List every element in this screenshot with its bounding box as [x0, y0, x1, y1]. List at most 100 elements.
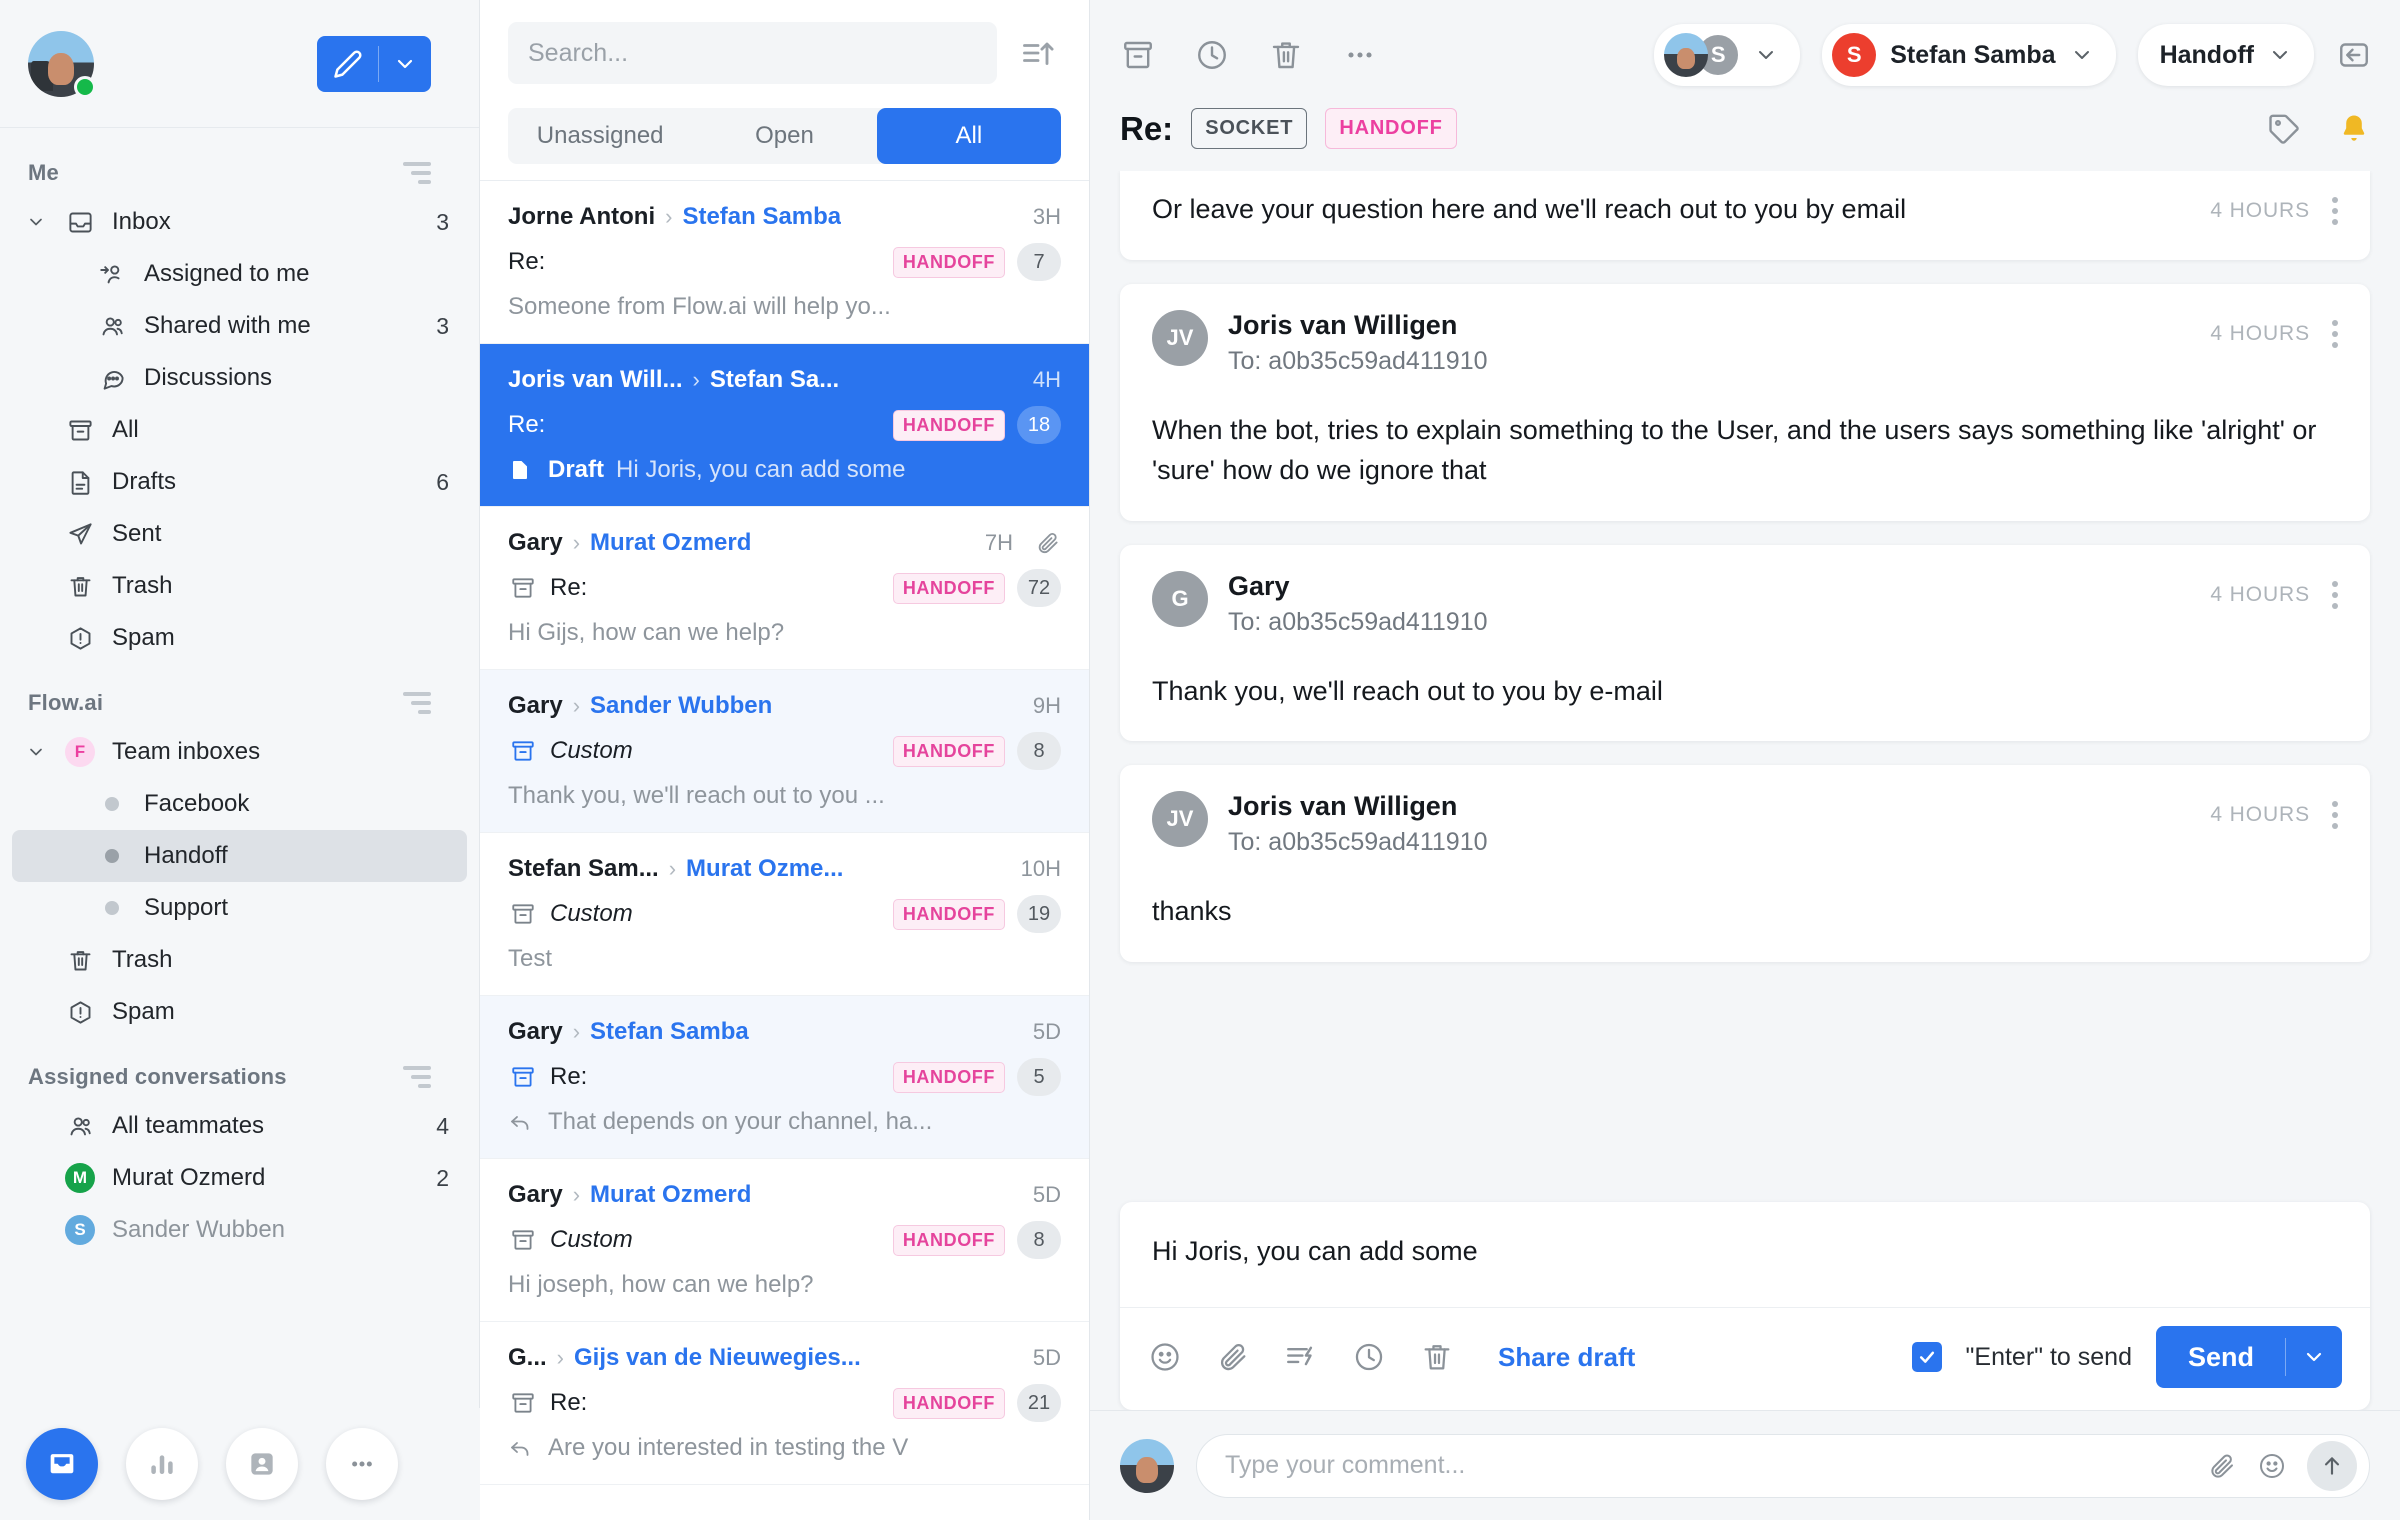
send-options-button[interactable] — [2286, 1326, 2342, 1388]
message-count: 8 — [1017, 732, 1061, 770]
list-item-subject-row: Re: HANDOFF 18 — [508, 406, 1061, 444]
share-draft-button[interactable]: Share draft — [1498, 1342, 1635, 1373]
send-button[interactable]: Send — [2155, 1326, 2287, 1388]
list-item[interactable]: Stefan Sam... › Murat Ozme... 10H Custom… — [480, 833, 1089, 996]
archive-button[interactable] — [1120, 37, 1156, 73]
sidebar-item-team-spam[interactable]: Spam — [12, 986, 467, 1038]
reply-icon — [508, 1436, 536, 1460]
message-menu-button[interactable] — [2332, 580, 2338, 609]
conversation-list[interactable]: Jorne Antoni › Stefan Samba 3H Re: HANDO… — [480, 181, 1089, 1520]
message-author: Joris van Willigen — [1228, 791, 1458, 821]
sidebar-item-support[interactable]: Support — [12, 882, 467, 934]
draft-text[interactable]: Hi Joris, you can add some — [1120, 1202, 2370, 1307]
document-icon — [508, 458, 536, 482]
comment-emoji-button[interactable] — [2257, 1451, 2287, 1481]
list-item[interactable]: Jorne Antoni › Stefan Samba 3H Re: HANDO… — [480, 181, 1089, 344]
enter-to-send-checkbox[interactable] — [1911, 1342, 1942, 1372]
sidebar-item-drafts[interactable]: Drafts 6 — [12, 456, 467, 508]
assignee-dropdown[interactable]: S Stefan Samba — [1822, 24, 2116, 86]
compose-dropdown-button[interactable] — [379, 35, 431, 92]
message-thread[interactable]: 4 HOURS Or leave your question here and … — [1090, 171, 2400, 1194]
list-item-subject: Re: — [550, 1063, 588, 1090]
avatar — [1664, 33, 1709, 77]
filter-sort-icon[interactable] — [403, 1066, 431, 1088]
list-item[interactable]: Gary › Murat Ozmerd 7H Re: HANDOFF 72 Hi… — [480, 507, 1089, 670]
sidebar-item-facebook[interactable]: Facebook — [12, 778, 467, 830]
filter-sort-icon[interactable] — [403, 162, 431, 184]
more-options-button[interactable] — [1342, 37, 1378, 73]
user-avatar[interactable] — [28, 30, 96, 98]
chevron-down-icon[interactable] — [24, 742, 48, 762]
sidebar-item-handoff[interactable]: Handoff — [12, 830, 467, 882]
list-item[interactable]: Gary › Murat Ozmerd 5D Custom HANDOFF 8 … — [480, 1159, 1089, 1322]
search-input[interactable] — [508, 22, 997, 84]
paper-plane-icon — [64, 518, 96, 550]
sidebar-item-team-inboxes[interactable]: F Team inboxes — [12, 726, 467, 778]
list-item-from: G... — [508, 1344, 547, 1371]
emoji-icon — [2259, 1453, 2285, 1478]
attach-button[interactable] — [1216, 1340, 1250, 1374]
chevron-down-icon[interactable] — [24, 212, 48, 232]
schedule-button[interactable] — [1352, 1340, 1386, 1374]
sidebar-item-all[interactable]: All — [12, 404, 467, 456]
comment-input[interactable] — [1225, 1451, 2187, 1480]
collapse-panel-button[interactable] — [2336, 37, 2372, 73]
list-item-age: 5D — [1032, 1345, 1061, 1370]
chevron-down-icon — [1759, 51, 1774, 59]
message-count: 72 — [1017, 569, 1061, 607]
sidebar-item-team-trash[interactable]: Trash — [12, 934, 467, 986]
sidebar-item-shared-with-me[interactable]: Shared with me 3 — [12, 300, 467, 352]
list-item[interactable]: Gary › Stefan Samba 5D Re: HANDOFF 5 Tha… — [480, 996, 1089, 1159]
compose-button[interactable] — [317, 35, 379, 92]
list-item-preview-row: Draft Hi Joris, you can add some — [508, 456, 1061, 484]
canned-response-button[interactable] — [1284, 1340, 1318, 1374]
message-menu-button[interactable] — [2332, 319, 2338, 348]
sidebar-item-trash[interactable]: Trash — [12, 560, 467, 612]
conversation-toolbar: S S Stefan Samba Handoff — [1120, 24, 2372, 86]
list-item[interactable]: Gary › Sander Wubben 9H Custom HANDOFF 8… — [480, 670, 1089, 833]
comment-send-button[interactable] — [2307, 1440, 2357, 1491]
list-item-to: Murat Ozmerd — [590, 529, 752, 556]
message-menu-button[interactable] — [2332, 197, 2338, 225]
sidebar-item-label: Sent — [112, 520, 162, 547]
sidebar-item-assigned-to-me[interactable]: Assigned to me — [12, 248, 467, 300]
filter-sort-icon[interactable] — [403, 692, 431, 714]
discard-draft-button[interactable] — [1420, 1340, 1454, 1374]
chevron-right-icon: › — [668, 856, 677, 881]
list-item-subject-row: Custom HANDOFF 8 — [508, 732, 1061, 770]
list-item[interactable]: G... › Gijs van de Nieuwegies... 5D Re: … — [480, 1322, 1089, 1485]
sidebar-item-inbox[interactable]: Inbox 3 — [12, 196, 467, 248]
nav-contacts-button[interactable] — [226, 1428, 298, 1500]
list-item[interactable]: Joris van Will... › Stefan Sa... 4H Re: … — [480, 344, 1089, 507]
list-item-header: Gary › Stefan Samba 5D — [508, 1018, 1061, 1046]
sort-ascending-icon[interactable] — [1015, 35, 1061, 71]
nav-more-button[interactable] — [326, 1428, 398, 1500]
tab-unassigned[interactable]: Unassigned — [508, 108, 692, 164]
sidebar-item-label: Handoff — [144, 842, 228, 869]
sidebar-item-label: All — [112, 416, 139, 443]
sidebar-item-all-teammates[interactable]: All teammates 4 — [12, 1100, 467, 1152]
archive-icon — [508, 899, 538, 929]
status-badge: HANDOFF — [892, 735, 1005, 767]
delete-button[interactable] — [1268, 37, 1304, 73]
sidebar-item-murat-ozmerd[interactable]: M Murat Ozmerd 2 — [12, 1152, 467, 1204]
tab-open[interactable]: Open — [692, 108, 876, 164]
participants-dropdown[interactable]: S — [1654, 24, 1801, 86]
tag-button[interactable] — [2266, 111, 2302, 147]
sidebar-item-sander-wubben[interactable]: S Sander Wubben — [12, 1204, 467, 1256]
inbox-dropdown[interactable]: Handoff — [2137, 24, 2314, 86]
comment-attach-button[interactable] — [2207, 1451, 2237, 1481]
tab-all[interactable]: All — [876, 108, 1061, 164]
notifications-button[interactable] — [2336, 111, 2372, 147]
sidebar-item-sent[interactable]: Sent — [12, 508, 467, 560]
snooze-button[interactable] — [1194, 37, 1230, 73]
nav-inbox-button[interactable] — [26, 1428, 98, 1500]
schedule-clock-icon — [1355, 1343, 1383, 1371]
sidebar-item-discussions[interactable]: Discussions — [12, 352, 467, 404]
message-menu-button[interactable] — [2332, 801, 2338, 829]
sidebar-item-spam[interactable]: Spam — [12, 612, 467, 664]
emoji-button[interactable] — [1148, 1340, 1182, 1374]
nav-analytics-button[interactable] — [126, 1428, 198, 1500]
message-body: When the bot, tries to explain something… — [1152, 414, 2317, 486]
list-item-header: Gary › Sander Wubben 9H — [508, 692, 1061, 720]
